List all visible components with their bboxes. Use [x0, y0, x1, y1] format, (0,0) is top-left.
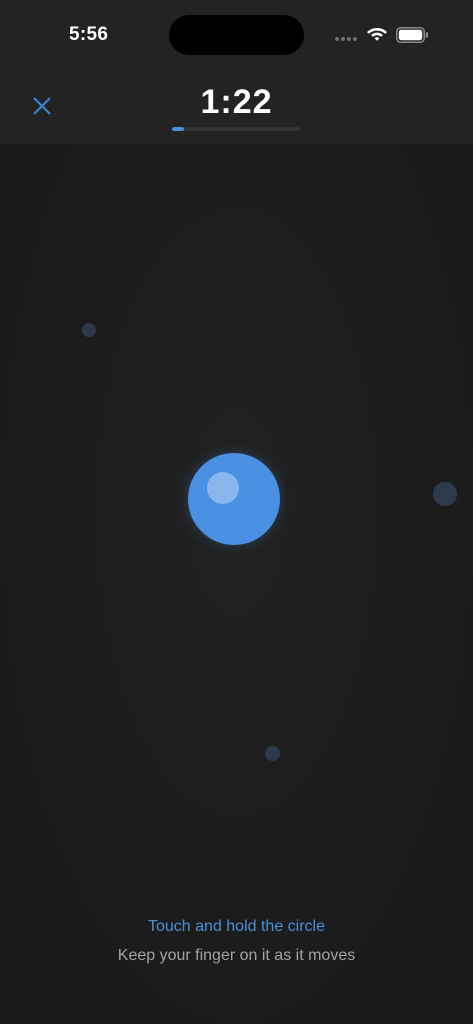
battery-icon	[396, 27, 428, 43]
instruction-subtitle: Keep your finger on it as it moves	[117, 947, 356, 964]
progress-bar	[172, 127, 300, 131]
top-bar: 5:56 1:22	[0, 0, 473, 144]
dynamic-island	[169, 15, 304, 55]
distractor-dot	[433, 482, 457, 506]
status-time: 5:56	[69, 24, 109, 45]
progress-bar-fill	[172, 127, 184, 131]
touch-target-circle[interactable]	[188, 453, 280, 545]
game-screen: 5:56 1:22 Touch and hold the circle Keep…	[0, 0, 473, 1024]
wifi-icon	[367, 28, 387, 41]
cellular-dots-icon	[335, 37, 357, 41]
distractor-dot	[82, 323, 96, 337]
instruction-title: Touch and hold the circle	[148, 918, 325, 935]
countdown-timer: 1:22	[200, 83, 273, 121]
circle-highlight	[207, 472, 239, 504]
distractor-dot	[265, 746, 280, 761]
